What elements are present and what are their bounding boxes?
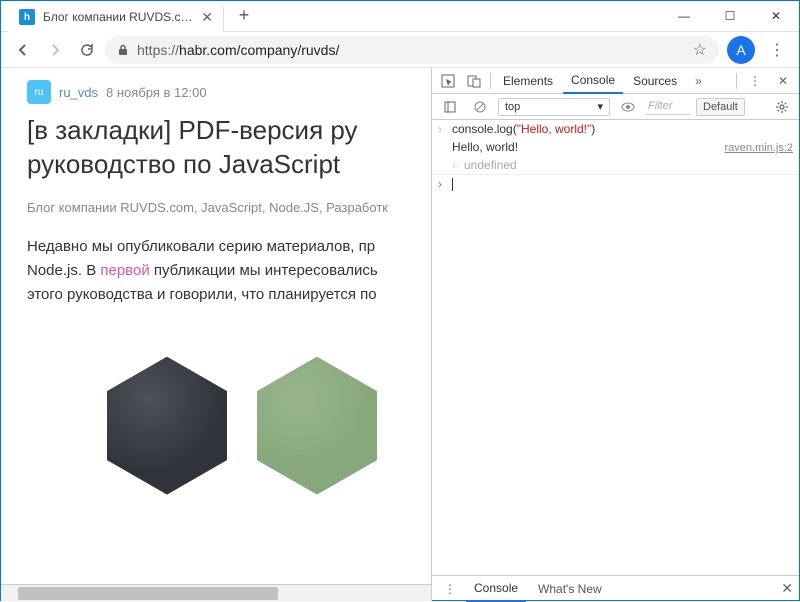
address-bar: https://habr.com/company/ruvds/ ☆ A ⋮ [1,32,799,68]
favicon-icon: h [19,9,35,25]
console-command: › console.log("Hello, world!") [432,120,799,138]
devtools-menu-icon[interactable]: ⋮ [743,70,767,92]
devtools-close-icon[interactable]: ✕ [771,70,795,92]
page-heading[interactable]: [в закладки] PDF-версия ру руководство п… [27,114,431,182]
tabs-overflow-button[interactable]: » [689,74,708,88]
forward-button[interactable] [41,36,69,64]
drawer-close-icon[interactable]: ✕ [781,580,793,597]
tab-title: Блог компании RUVDS.com / Ха [43,10,193,24]
menu-button[interactable]: ⋮ [763,36,791,64]
hex-dark-icon [107,357,227,495]
new-tab-button[interactable]: + [230,1,258,29]
hex-illustration [27,357,431,495]
drawer-tab-console[interactable]: Console [466,576,526,602]
close-icon[interactable]: ✕ [201,9,213,26]
tab-console[interactable]: Console [563,68,623,94]
text-cursor [452,178,453,191]
devtools-panel: Elements Console Sources » ⋮ ✕ top ▾ [431,68,799,601]
url-input[interactable]: https://habr.com/company/ruvds/ ☆ [105,36,719,64]
console-prompt[interactable]: › [432,174,799,193]
minimize-button[interactable]: — [661,1,707,31]
author-icon: ru [27,80,51,104]
maximize-button[interactable]: ☐ [707,1,753,31]
post-date: 8 ноября в 12:00 [106,85,207,100]
device-toggle-icon[interactable] [462,70,486,92]
hex-green-icon [257,357,377,495]
console-toolbar: top ▾ Default [432,94,799,120]
window-controls: — ☐ ✕ [661,1,799,31]
live-expression-icon[interactable] [616,96,640,118]
back-button[interactable] [9,36,37,64]
console-source-link[interactable]: raven.min.js:2 [725,142,793,154]
browser-tab[interactable]: h Блог компании RUVDS.com / Ха ✕ [9,2,224,32]
log-levels-button[interactable]: Default [696,98,745,116]
settings-icon[interactable] [775,100,793,114]
post-body: Недавно мы опубликовали серию материалов… [27,235,431,307]
close-window-button[interactable]: ✕ [753,1,799,31]
scrollbar-thumb[interactable] [18,587,278,600]
url-protocol: https [137,42,167,58]
profile-avatar[interactable]: A [727,36,755,64]
console-log-line: Hello, world! raven.min.js:2 [432,138,799,156]
horizontal-scrollbar[interactable] [1,584,431,601]
chevron-down-icon: ▾ [597,100,603,113]
titlebar: h Блог компании RUVDS.com / Ха ✕ + — ☐ ✕ [1,1,799,32]
prompt-chevron-icon: › [438,177,446,191]
author-row: ru ru_vds 8 ноября в 12:00 [27,80,431,104]
return-chevron-icon: ‹· [452,158,460,172]
page-content: ru ru_vds 8 ноября в 12:00 [в закладки] … [1,68,431,601]
tab-sources[interactable]: Sources [625,68,685,94]
input-chevron-icon: › [438,122,446,136]
drawer-menu-icon[interactable]: ⋮ [438,578,462,600]
console-output-text: Hello, world! [438,140,518,154]
author-name[interactable]: ru_vds [59,85,98,100]
tab-elements[interactable]: Elements [495,68,561,94]
bookmark-icon[interactable]: ☆ [693,40,707,60]
post-tags[interactable]: Блог компании RUVDS.com, JavaScript, Nod… [27,200,431,215]
filter-input[interactable] [646,99,690,115]
drawer-tab-whatsnew[interactable]: What's New [530,576,610,602]
reload-button[interactable] [73,36,101,64]
console-return: ‹·undefined [432,156,799,174]
inspect-icon[interactable] [436,70,460,92]
body-link[interactable]: первой [100,262,149,279]
lock-icon [117,44,129,56]
clear-console-icon[interactable] [468,96,492,118]
devtools-drawer: ⋮ Console What's New ✕ [432,575,799,601]
context-selector[interactable]: top ▾ [498,98,610,116]
sidebar-toggle-icon[interactable] [438,96,462,118]
url-text: habr.com/company/ruvds/ [179,42,339,58]
devtools-tabbar: Elements Console Sources » ⋮ ✕ [432,68,799,94]
content-area: ru ru_vds 8 ноября в 12:00 [в закладки] … [1,68,799,601]
console-output[interactable]: › console.log("Hello, world!") Hello, wo… [432,120,799,575]
